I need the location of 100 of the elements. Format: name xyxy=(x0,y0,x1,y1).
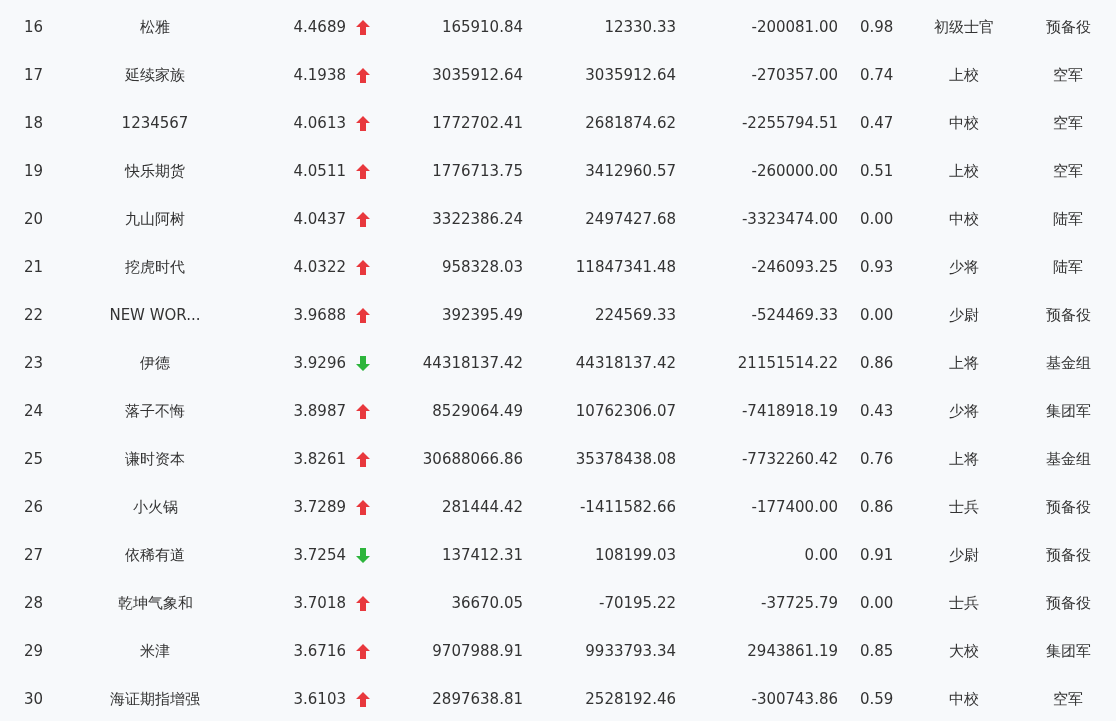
table-cell: -270357.00 xyxy=(751,66,838,84)
rank-title-cell: 中校 xyxy=(949,689,979,709)
table-cell: 2897638.81 xyxy=(432,690,523,708)
group-cell: 基金组 xyxy=(1045,449,1091,469)
table-cell: 3035912.64 xyxy=(432,66,523,84)
rank-cell-text: 23 xyxy=(23,354,44,372)
table-cell-text: 0.74 xyxy=(859,66,894,84)
table-cell-text: 0.86 xyxy=(859,498,894,516)
rank-cell-text: 18 xyxy=(23,114,44,132)
table-cell: -70195.22 xyxy=(599,594,676,612)
table-cell: 3035912.64 xyxy=(585,66,676,84)
table-cell: -524469.33 xyxy=(751,306,838,324)
group-cell: 陆军 xyxy=(1053,257,1083,277)
table-cell: 2497427.68 xyxy=(585,210,676,228)
rank-cell-text: 28 xyxy=(23,594,44,612)
table-cell: -1411582.66 xyxy=(579,498,676,516)
group-cell: 预备役 xyxy=(1045,497,1091,517)
score-cell-text: 3.9296 xyxy=(293,354,347,372)
table-cell: 21151514.22 xyxy=(737,354,838,372)
up-arrow-icon xyxy=(356,259,370,275)
table-cell: -300743.86 xyxy=(751,690,838,708)
group-cell: 空军 xyxy=(1053,113,1083,133)
rank-title-cell: 中校 xyxy=(949,209,979,229)
score-cell-text: 3.7018 xyxy=(293,594,347,612)
table-cell: 44318137.42 xyxy=(575,354,676,372)
table-cell: 9707988.91 xyxy=(432,642,523,660)
table-cell: 2681874.62 xyxy=(585,114,676,132)
name-cell: 海证期指增强 xyxy=(110,689,200,709)
rank-title-cell: 少尉 xyxy=(949,545,979,565)
up-arrow-icon xyxy=(356,67,370,83)
table-cell: 3412960.57 xyxy=(585,162,676,180)
group-cell: 集团军 xyxy=(1045,401,1091,421)
table-cell-text: 0.93 xyxy=(859,258,894,276)
rank-title-cell: 少尉 xyxy=(949,305,979,325)
up-arrow-icon xyxy=(356,211,370,227)
up-arrow-icon xyxy=(356,19,370,35)
table-cell: 224569.33 xyxy=(594,306,676,324)
score-cell-text: 3.7254 xyxy=(293,546,347,564)
name-cell: 快乐期货 xyxy=(125,161,185,181)
rank-cell-text: 20 xyxy=(23,210,44,228)
rank-title-cell: 士兵 xyxy=(949,593,979,613)
up-arrow-icon xyxy=(356,307,370,323)
table-cell: -3323474.00 xyxy=(741,210,838,228)
rank-title-cell: 上校 xyxy=(949,161,979,181)
score-cell-text: 3.9688 xyxy=(293,306,347,324)
table-cell: 1776713.75 xyxy=(432,162,523,180)
table-cell: 958328.03 xyxy=(441,258,523,276)
table-cell: 36670.05 xyxy=(451,594,523,612)
up-arrow-icon xyxy=(356,595,370,611)
score-cell-text: 3.6716 xyxy=(293,642,347,660)
rank-title-cell: 少将 xyxy=(949,401,979,421)
table-cell: 392395.49 xyxy=(441,306,523,324)
table-cell: -2255794.51 xyxy=(741,114,838,132)
group-cell: 预备役 xyxy=(1045,545,1091,565)
table-cell-text: 0.43 xyxy=(859,402,894,420)
table-cell: 44318137.42 xyxy=(422,354,523,372)
table-cell-text: 0.47 xyxy=(859,114,894,132)
name-cell: 谦时资本 xyxy=(125,449,185,469)
table-cell: 30688066.86 xyxy=(422,450,523,468)
rank-title-cell: 初级士官 xyxy=(934,17,994,37)
table-cell-text: 0.86 xyxy=(859,354,894,372)
score-cell-text: 3.7289 xyxy=(293,498,347,516)
score-cell-text: 4.0437 xyxy=(293,210,347,228)
rank-title-cell: 大校 xyxy=(949,641,979,661)
table-cell: -177400.00 xyxy=(751,498,838,516)
score-cell-text: 3.6103 xyxy=(293,690,347,708)
name-cell: 1234567 xyxy=(121,114,189,132)
rank-cell-text: 17 xyxy=(23,66,44,84)
up-arrow-icon xyxy=(356,403,370,419)
score-cell-text: 4.0511 xyxy=(293,162,347,180)
table-cell: -200081.00 xyxy=(751,18,838,36)
group-cell: 预备役 xyxy=(1045,305,1091,325)
table-cell: 108199.03 xyxy=(594,546,676,564)
table-cell-text: 0.00 xyxy=(859,306,894,324)
table-cell: 137412.31 xyxy=(441,546,523,564)
name-cell: NEW WOR... xyxy=(109,306,201,324)
table-cell: -246093.25 xyxy=(751,258,838,276)
table-cell: 2528192.46 xyxy=(585,690,676,708)
rank-cell-text: 16 xyxy=(23,18,44,36)
rank-cell-text: 25 xyxy=(23,450,44,468)
table-cell: 8529064.49 xyxy=(432,402,523,420)
rank-cell-text: 24 xyxy=(23,402,44,420)
table-cell: 35378438.08 xyxy=(575,450,676,468)
score-cell-text: 4.4689 xyxy=(293,18,347,36)
score-cell-text: 4.0613 xyxy=(293,114,347,132)
table-cell: 0.00 xyxy=(804,546,838,564)
rank-cell-text: 29 xyxy=(23,642,44,660)
rank-cell-text: 22 xyxy=(23,306,44,324)
table-cell-text: 0.59 xyxy=(859,690,894,708)
up-arrow-icon xyxy=(356,163,370,179)
table-cell: 9933793.34 xyxy=(585,642,676,660)
group-cell: 集团军 xyxy=(1045,641,1091,661)
name-cell: 落子不悔 xyxy=(125,401,185,421)
table-cell-text: 0.98 xyxy=(859,18,894,36)
table-cell-text: 0.00 xyxy=(859,594,894,612)
table-cell: 3322386.24 xyxy=(432,210,523,228)
name-cell: 米津 xyxy=(140,641,170,661)
up-arrow-icon xyxy=(356,499,370,515)
table-cell: -260000.00 xyxy=(751,162,838,180)
up-arrow-icon xyxy=(356,643,370,659)
